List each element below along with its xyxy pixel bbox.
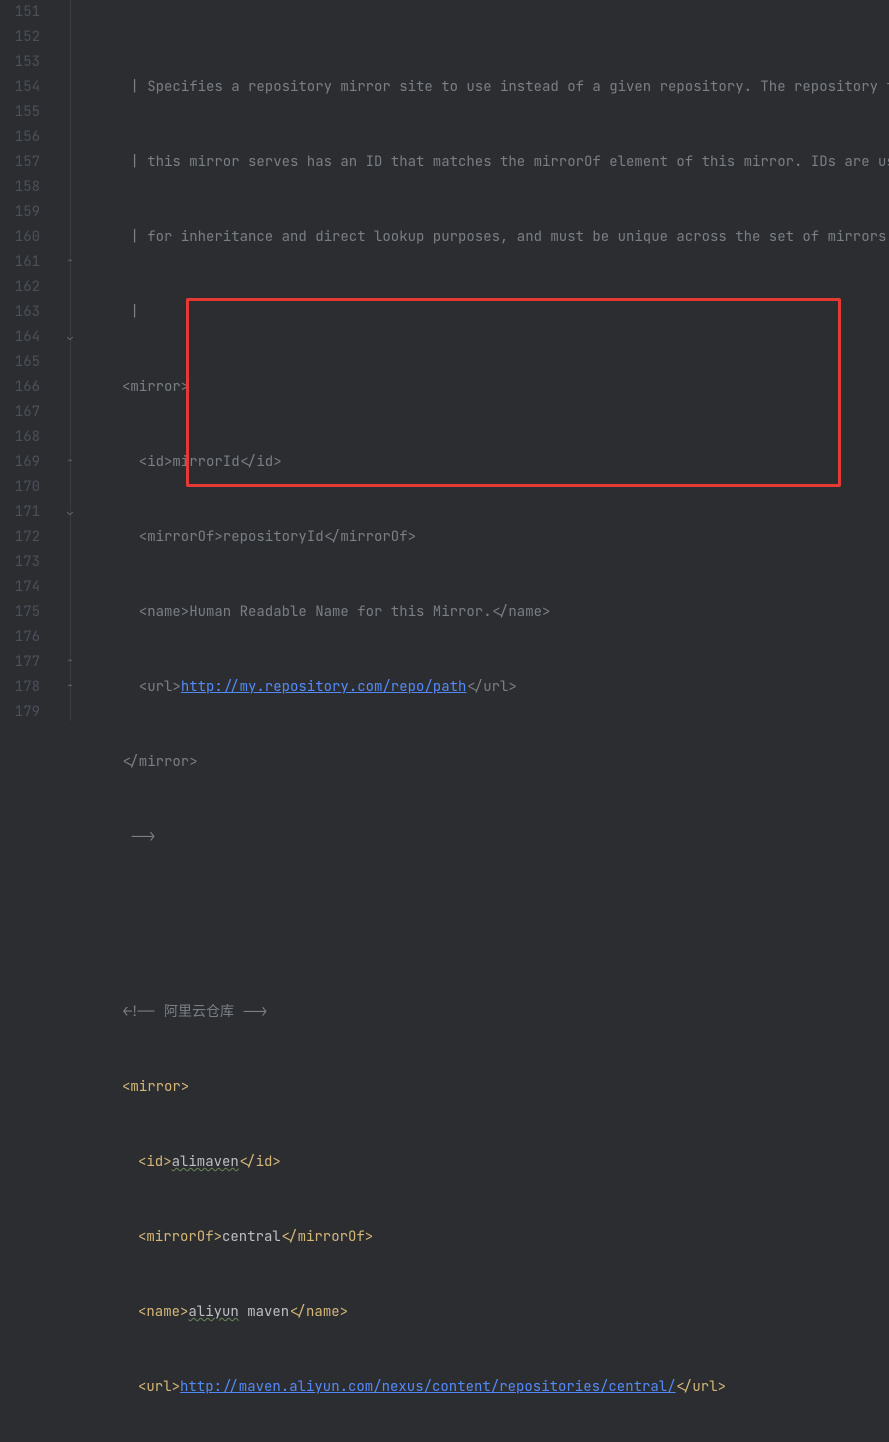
comment-text: <id>mirrorId</id> <box>122 453 282 471</box>
line-number: 167 <box>0 400 40 425</box>
fold-column: ⌃ ⌄ ⌃ ⌄ ⌃ ⌃ <box>58 0 86 721</box>
line-number: 159 <box>0 200 40 225</box>
comment-text: <mirror> <box>122 378 189 396</box>
mirrorof-close-tag: </mirrorOf> <box>281 1228 373 1246</box>
line-number: 169 <box>0 450 40 475</box>
mirrorof-value: central <box>222 1228 281 1246</box>
comment-label: 阿里云仓库 <box>164 1003 234 1021</box>
line-number: 162 <box>0 275 40 300</box>
comment-text: | Specifies a repository mirror site to … <box>122 78 889 96</box>
line-number: 178 <box>0 675 40 700</box>
id-open-tag: <id> <box>138 1153 172 1171</box>
line-number: 157 <box>0 150 40 175</box>
name-open-tag: <name> <box>138 1303 188 1321</box>
url-open-tag: <url> <box>138 1378 180 1396</box>
line-number: 177 <box>0 650 40 675</box>
line-number: 154 <box>0 75 40 100</box>
comment-text: </mirror> <box>122 753 198 771</box>
line-number: 170 <box>0 475 40 500</box>
line-number: 168 <box>0 425 40 450</box>
line-number: 163 <box>0 300 40 325</box>
comment-text: | this mirror serves has an ID that matc… <box>122 153 889 171</box>
line-number: 172 <box>0 525 40 550</box>
comment-text: <mirrorOf>repositoryId</mirrorOf> <box>122 528 416 546</box>
line-number: 175 <box>0 600 40 625</box>
line-number: 152 <box>0 25 40 50</box>
line-number: 151 <box>0 0 40 25</box>
line-number: 160 <box>0 225 40 250</box>
mirrorof-open-tag: <mirrorOf> <box>138 1228 222 1246</box>
fold-marker-icon[interactable]: ⌃ <box>64 681 76 693</box>
line-number: 173 <box>0 550 40 575</box>
url-close-tag: </url> <box>676 1378 726 1396</box>
comment-text: --> <box>122 828 156 846</box>
comment-text: <name>Human Readable Name for this Mirro… <box>122 603 550 621</box>
fold-marker-icon[interactable]: ⌄ <box>64 331 76 343</box>
url-link[interactable]: http://maven.aliyun.com/nexus/content/re… <box>180 1378 676 1396</box>
comment-link[interactable]: http://my.repository.com/repo/path <box>181 678 467 696</box>
line-number: 156 <box>0 125 40 150</box>
comment-text: | for inheritance and direct lookup purp… <box>122 228 889 246</box>
line-number: 176 <box>0 625 40 650</box>
code-editor[interactable]: 1511521531541551561571581591601611621631… <box>0 0 889 721</box>
fold-marker-icon[interactable]: ⌃ <box>64 656 76 668</box>
comment-open: <!-- <box>122 1003 164 1021</box>
line-number: 179 <box>0 700 40 725</box>
line-number: 171 <box>0 500 40 525</box>
mirror-open-tag: <mirror> <box>122 1078 189 1096</box>
id-value: alimaven <box>172 1153 239 1171</box>
line-number: 174 <box>0 575 40 600</box>
line-number: 165 <box>0 350 40 375</box>
code-area[interactable]: | Specifies a repository mirror site to … <box>86 0 889 721</box>
fold-marker-icon[interactable]: ⌃ <box>64 256 76 268</box>
line-number: 166 <box>0 375 40 400</box>
comment-text: | <box>122 303 139 321</box>
id-close-tag: </id> <box>239 1153 281 1171</box>
comment-text: <url> <box>122 678 181 696</box>
name-value: aliyun <box>188 1303 238 1321</box>
line-number: 161 <box>0 250 40 275</box>
line-number: 153 <box>0 50 40 75</box>
name-close-tag: </name> <box>289 1303 348 1321</box>
line-number: 155 <box>0 100 40 125</box>
line-number-gutter: 1511521531541551561571581591601611621631… <box>0 0 58 721</box>
line-number: 164 <box>0 325 40 350</box>
fold-marker-icon[interactable]: ⌃ <box>64 456 76 468</box>
line-number: 158 <box>0 175 40 200</box>
fold-marker-icon[interactable]: ⌄ <box>64 506 76 518</box>
